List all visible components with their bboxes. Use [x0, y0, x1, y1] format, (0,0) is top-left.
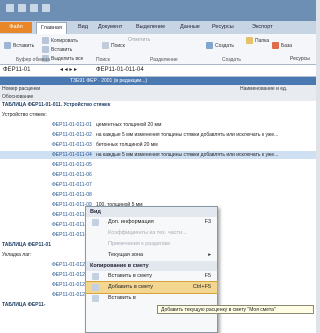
insert-into-icon: [92, 295, 99, 302]
base-button[interactable]: База: [272, 42, 292, 49]
tab-data[interactable]: Данные: [180, 22, 200, 33]
tab-export[interactable]: Экспорт: [252, 22, 273, 33]
row-code: ФЕР11-01-011-03: [52, 142, 92, 148]
row-name: на каждые 5 мм изменения толщины стяжки …: [96, 132, 279, 138]
table-row[interactable]: ФЕР11-01-011-07: [0, 181, 316, 189]
insert-icon: [42, 46, 49, 53]
insert-estimate-icon: [92, 273, 99, 280]
insert-button[interactable]: Вставить: [42, 46, 72, 53]
row-name: на каждые 5 мм изменения толщины стяжки …: [96, 152, 279, 158]
clipboard-icon: [4, 42, 11, 49]
filter-row[interactable]: ТЗЕ91 ФЕР · 2001 (в редакции...): [0, 77, 316, 85]
redo-icon[interactable]: [42, 4, 50, 12]
row-code: ФЕР11-01-011-04: [52, 152, 92, 158]
row-name: цементных толщиной 20 мм: [96, 122, 162, 128]
group-clipboard-label: Буфер обмена: [16, 57, 50, 63]
folder-button[interactable]: Папка: [246, 37, 269, 44]
formula-bar: ФЕР11-01 ◂ ◂ ▸ ▸ ФЕР11-01-011-04: [0, 65, 316, 77]
folder-icon: [246, 37, 253, 44]
search-button[interactable]: Поиск: [102, 42, 125, 49]
tab-home[interactable]: Главная: [36, 22, 67, 34]
mark-button[interactable]: Отметить: [128, 37, 150, 43]
menu-item-coefficients[interactable]: Коэффициенты из тех. части...: [86, 228, 217, 239]
copy-icon: [42, 37, 49, 44]
menu-item-insert-into[interactable]: Вставить в: [86, 293, 217, 304]
database-icon: [272, 42, 279, 49]
row-name: Устройство стяжек:: [2, 112, 47, 118]
copy-button[interactable]: Копировать: [42, 37, 78, 44]
save-icon[interactable]: [18, 4, 26, 12]
menu-section-copy: Копирование в смету: [86, 261, 217, 271]
menu-item-insert-into-estimate[interactable]: Вставить в смету F5: [86, 271, 217, 282]
navigation-arrows-icon[interactable]: ◂ ◂ ▸ ▸: [60, 65, 77, 76]
submenu-arrow-icon: ▸: [208, 252, 211, 258]
quick-access-toolbar: [6, 4, 50, 12]
resources-button[interactable]: Ресурсы: [290, 56, 310, 62]
group-create-label: Создать: [222, 57, 242, 63]
row-name: ТАБЛИЦА ФЕР11-01-011. Устройство стяжек: [2, 102, 111, 108]
paste-button[interactable]: Вставить: [4, 42, 34, 49]
grid-header-sub: Обоснование: [0, 93, 316, 101]
tooltip: Добавить текущую расценку в смету "Моя с…: [157, 305, 314, 314]
table-row[interactable]: ФЕР11-01-011-08: [0, 191, 316, 199]
app-icon: [6, 4, 14, 12]
cell-reference[interactable]: ФЕР11-01: [3, 65, 30, 76]
ribbon-tabs: Файл Главная Вид Документ Выделение Данн…: [0, 21, 316, 34]
row-code: ФЕР11-01-011-07: [52, 182, 92, 188]
tab-view[interactable]: Вид: [78, 22, 88, 33]
table-row[interactable]: ФЕР11-01-011-01 цементных толщиной 20 мм: [0, 121, 316, 129]
group-split-label: Разделение: [150, 57, 178, 63]
table-row[interactable]: Устройство стяжек:: [0, 111, 316, 119]
table-row[interactable]: ФЕР11-01-011-03 бетонных толщиной 20 мм: [0, 141, 316, 149]
row-code: ФЕР11-01-011-06: [52, 172, 92, 178]
row-code: ФЕР11-01-011-08: [52, 192, 92, 198]
row-code: ФЕР11-01-011-05: [52, 162, 92, 168]
tab-resources[interactable]: Ресурсы: [212, 22, 234, 33]
tab-document[interactable]: Документ: [98, 22, 122, 33]
tab-selection[interactable]: Выделение: [136, 22, 165, 33]
row-name: бетонных толщиной 20 мм: [96, 142, 158, 148]
create-button[interactable]: Создать: [206, 42, 234, 49]
search-icon: [102, 42, 109, 49]
info-icon: [92, 219, 99, 226]
formula-value[interactable]: ФЕР11-01-011-04: [96, 65, 144, 76]
tab-file[interactable]: Файл: [0, 22, 32, 33]
create-icon: [206, 42, 213, 49]
menu-item-add-to-estimate[interactable]: Добавить в смету Ctrl+F5: [85, 281, 218, 294]
menu-item-extra-info[interactable]: Доп. информация F3: [86, 217, 217, 228]
title-bar: [0, 0, 316, 21]
table-section-row[interactable]: ТАБЛИЦА ФЕР11-01-011. Устройство стяжек: [0, 101, 316, 109]
menu-section-view: Вид: [86, 207, 217, 217]
add-estimate-icon: [92, 284, 99, 291]
table-row[interactable]: ФЕР11-01-011-05: [0, 161, 316, 169]
table-row[interactable]: ФЕР11-01-011-02 на каждые 5 мм изменения …: [0, 131, 316, 139]
row-code: ФЕР11-01-011-01: [52, 122, 92, 128]
menu-item-section-notes[interactable]: Примечания к разделам: [86, 239, 217, 250]
table-row[interactable]: ФЕР11-01-011-04 на каждые 5 мм изменения …: [0, 151, 316, 159]
grid-header: Номер расценки Наименование и ед.: [0, 85, 316, 93]
row-code: ФЕР11-01-011-02: [52, 132, 92, 138]
menu-item-current-zone[interactable]: Текущая зона ▸: [86, 250, 217, 261]
group-search-label: Поиск: [96, 57, 110, 63]
table-row[interactable]: ФЕР11-01-011-06: [0, 171, 316, 179]
undo-icon[interactable]: [30, 4, 38, 12]
